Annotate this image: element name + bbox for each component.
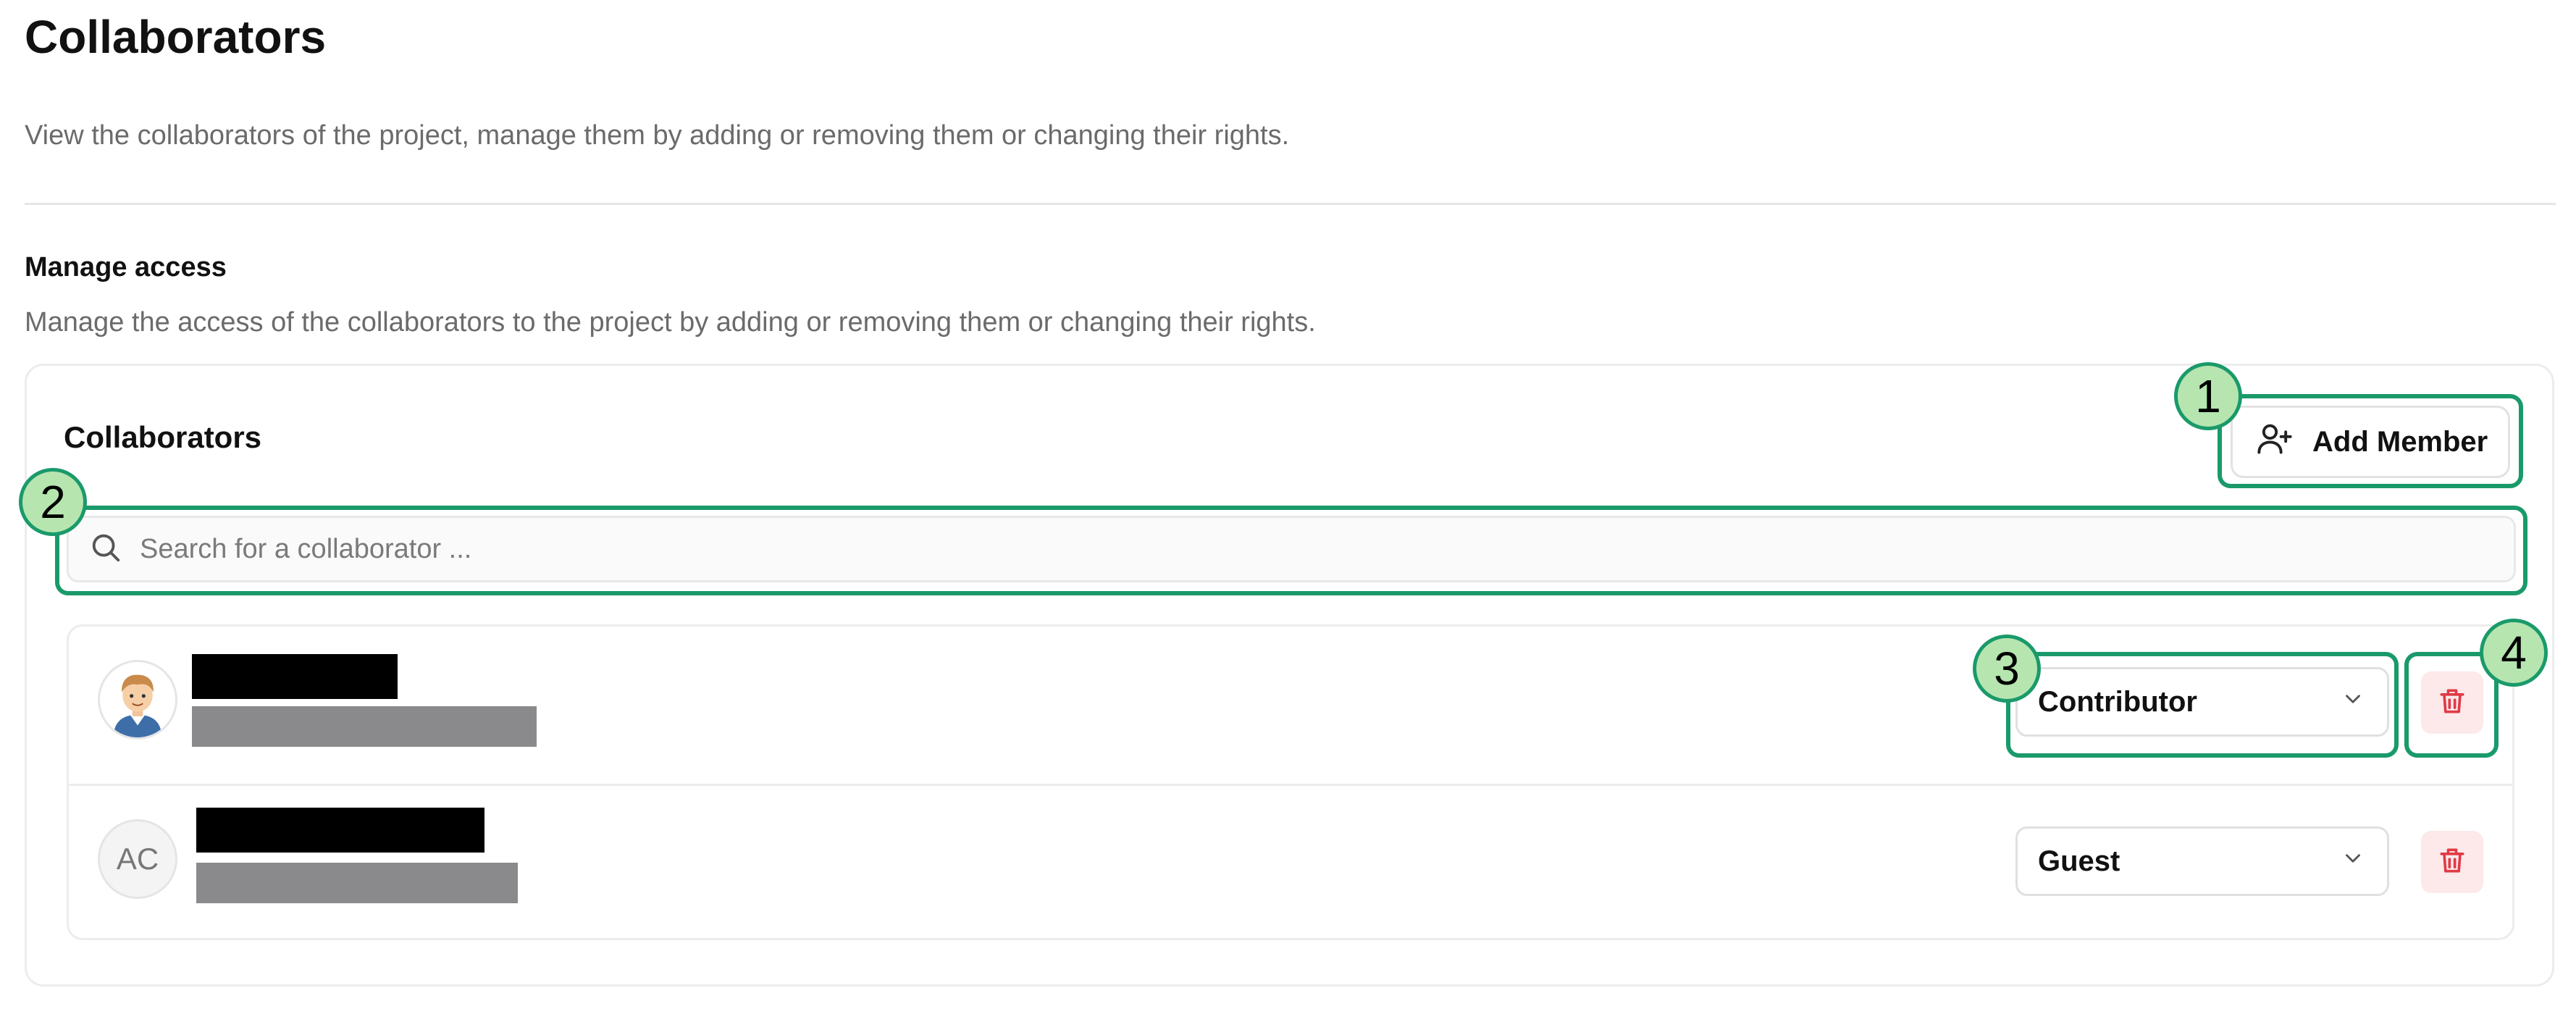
- search-field[interactable]: [67, 516, 2516, 582]
- search-icon: [89, 531, 122, 568]
- collaborator-email-redacted: [196, 863, 518, 903]
- add-member-button[interactable]: Add Member: [2231, 406, 2510, 478]
- collaborator-row: AC Guest: [69, 784, 2512, 938]
- manage-access-title: Manage access: [25, 252, 227, 282]
- annotation-badge-4: 4: [2480, 619, 2548, 687]
- page-description: View the collaborators of the project, m…: [25, 120, 1290, 151]
- add-member-label: Add Member: [2312, 425, 2488, 458]
- cartoon-avatar-icon: [100, 662, 175, 737]
- card-title: Collaborators: [64, 420, 262, 454]
- annotation-badge-2: 2: [19, 468, 87, 536]
- collaborator-list: Contributor AC Guest: [67, 624, 2514, 940]
- collaborator-name-redacted: [196, 808, 484, 853]
- role-select-value: Guest: [2038, 845, 2120, 877]
- annotation-badge-1: 1: [2174, 362, 2242, 430]
- avatar-initials: AC: [116, 842, 159, 876]
- delete-collaborator-button[interactable]: [2421, 831, 2483, 893]
- role-select-value: Contributor: [2038, 685, 2197, 718]
- manage-access-description: Manage the access of the collaborators t…: [25, 307, 1316, 338]
- add-user-icon: [2256, 419, 2294, 464]
- role-select[interactable]: Guest: [2015, 826, 2389, 896]
- avatar: AC: [98, 819, 177, 899]
- chevron-down-icon: [2341, 686, 2365, 719]
- divider: [25, 203, 2556, 205]
- collaborator-email-redacted: [192, 706, 537, 747]
- collaborator-row: Contributor: [69, 627, 2512, 783]
- trash-icon: [2436, 845, 2468, 880]
- avatar: [98, 660, 177, 740]
- trash-icon: [2436, 685, 2468, 721]
- search-input[interactable]: [138, 532, 2514, 566]
- chevron-down-icon: [2341, 845, 2365, 878]
- page-title: Collaborators: [25, 11, 327, 63]
- delete-collaborator-button[interactable]: [2421, 671, 2483, 734]
- role-select[interactable]: Contributor: [2015, 667, 2389, 737]
- collaborator-name-redacted: [192, 654, 398, 699]
- annotation-badge-3: 3: [1973, 635, 2041, 703]
